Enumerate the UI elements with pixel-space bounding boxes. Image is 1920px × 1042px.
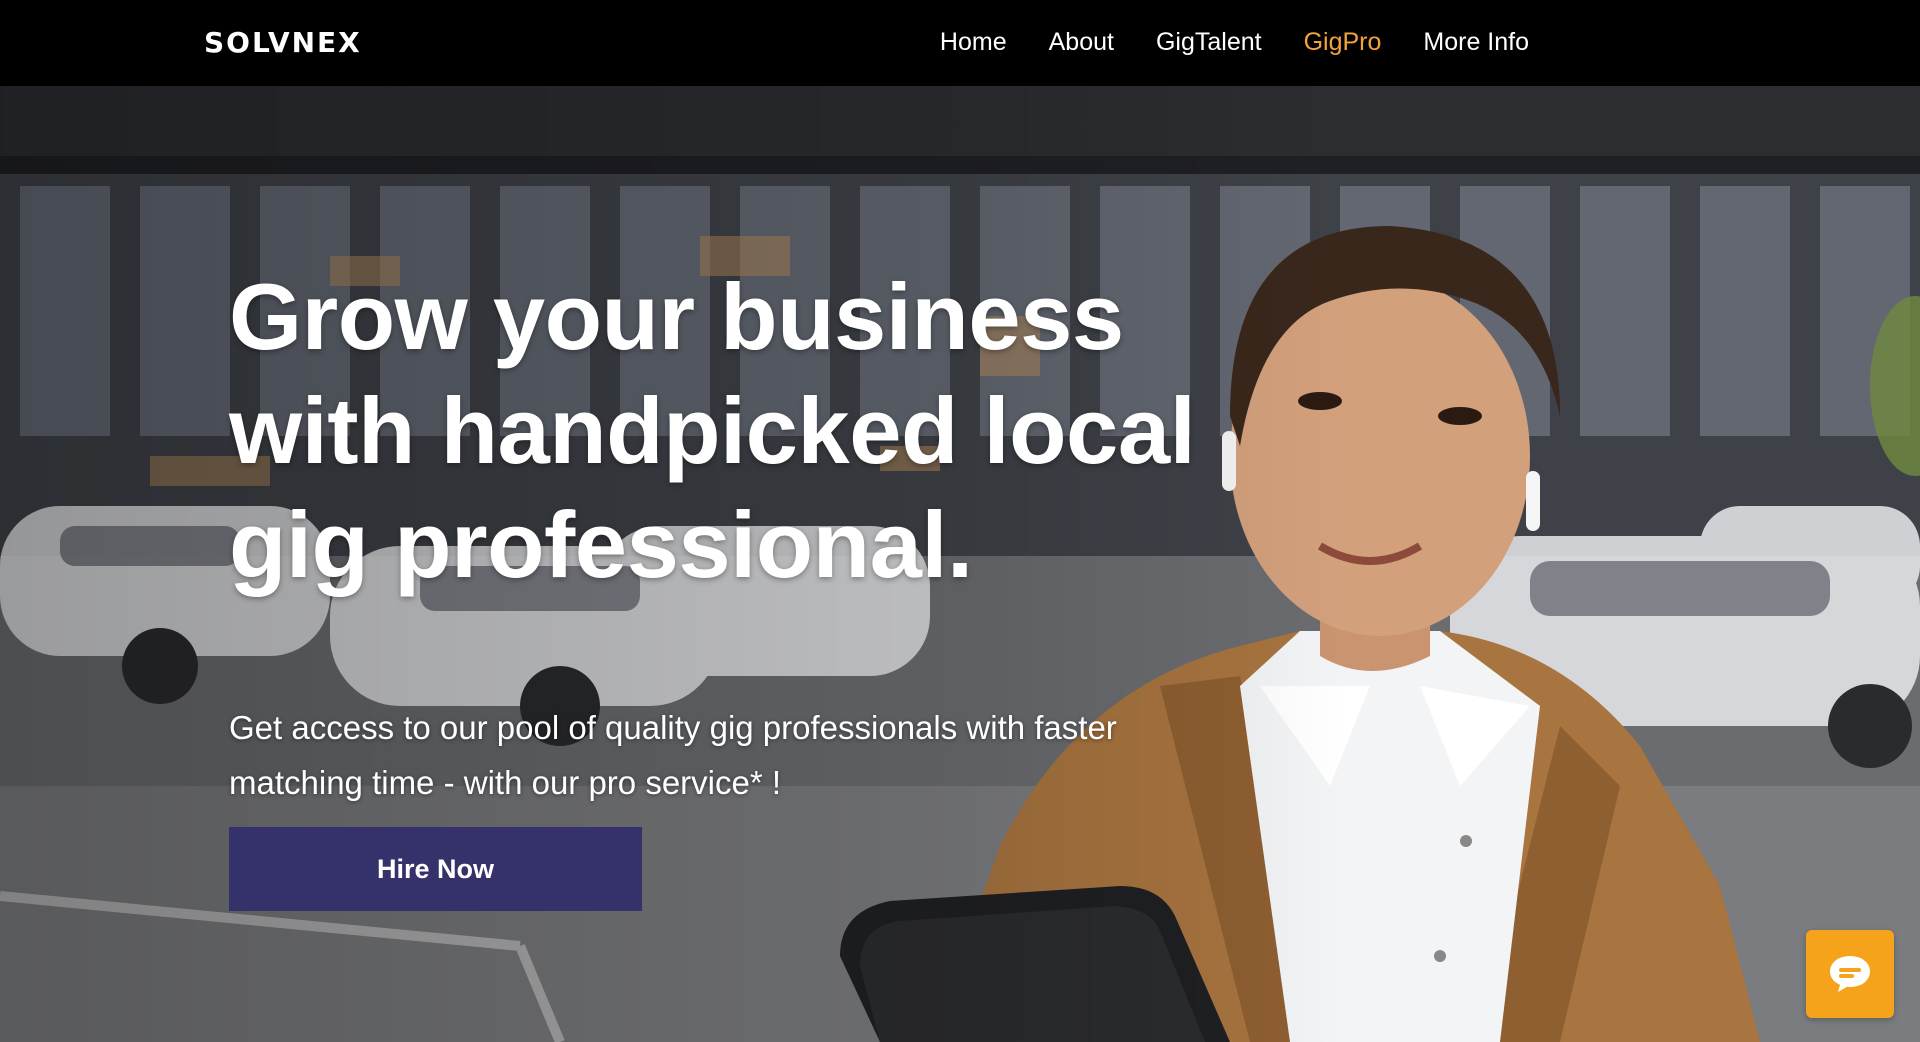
nav-more-info[interactable]: More Info: [1423, 28, 1529, 57]
main-nav: Home About GigTalent GigPro More Info: [898, 28, 1529, 57]
site-header: SOLVNEX Home About GigTalent GigPro More…: [0, 0, 1920, 86]
nav-about[interactable]: About: [1049, 28, 1114, 57]
nav-home[interactable]: Home: [940, 28, 1007, 57]
hire-now-button[interactable]: Hire Now: [229, 827, 642, 911]
chat-bubble-icon: [1830, 956, 1870, 992]
nav-gigtalent[interactable]: GigTalent: [1156, 28, 1262, 57]
hero-subtext: Get access to our pool of quality gig pr…: [229, 709, 1117, 801]
chat-widget-button[interactable]: [1806, 930, 1894, 1018]
page: SOLVNEX Home About GigTalent GigPro More…: [0, 0, 1920, 1042]
nav-gigpro[interactable]: GigPro: [1304, 28, 1382, 57]
site-logo[interactable]: SOLVNEX: [204, 26, 362, 59]
hero-headline: Grow your business with handpicked local…: [229, 264, 1196, 597]
